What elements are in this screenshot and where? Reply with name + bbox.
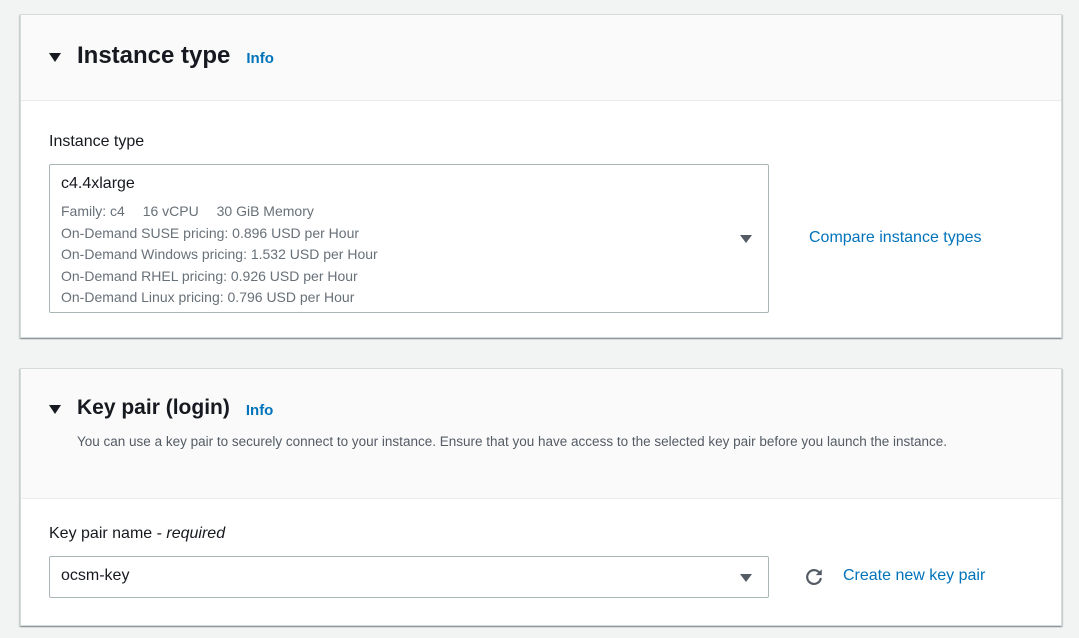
instance-type-header-row: Instance type Info xyxy=(49,42,274,70)
key-pair-title: Key pair (login) xyxy=(77,396,230,419)
pricing-linux: On-Demand Linux pricing: 0.796 USD per H… xyxy=(61,289,355,305)
key-pair-info-link[interactable]: Info xyxy=(246,402,274,419)
key-pair-header: Key pair (login) Info You can use a key … xyxy=(21,369,1061,499)
pricing-rhel: On-Demand RHEL pricing: 0.926 USD per Ho… xyxy=(61,267,358,284)
key-pair-description: You can use a key pair to securely conne… xyxy=(77,434,948,449)
dropdown-caret-icon[interactable] xyxy=(740,235,752,243)
instance-type-info-link[interactable]: Info xyxy=(246,50,274,67)
refresh-icon[interactable] xyxy=(803,566,825,588)
key-pair-field-label: Key pair name - required xyxy=(49,525,225,543)
instance-vcpu: 16 vCPU xyxy=(142,203,199,219)
instance-family: Family: c4 xyxy=(61,203,125,219)
pricing-suse: On-Demand SUSE pricing: 0.896 USD per Ho… xyxy=(61,224,360,241)
instance-type-panel: Instance type Info Instance type c4.4xla… xyxy=(20,14,1062,338)
instance-type-title: Instance type xyxy=(77,42,231,69)
key-pair-panel: Key pair (login) Info You can use a key … xyxy=(20,368,1062,626)
instance-type-details: Family: c4 16 vCPU 30 GiB Memory On-Dema… xyxy=(61,201,378,309)
collapse-caret-icon[interactable] xyxy=(49,404,61,414)
instance-memory: 30 GiB Memory xyxy=(216,203,314,219)
compare-instance-types-link[interactable]: Compare instance types xyxy=(809,229,982,247)
required-marker: required xyxy=(166,525,226,542)
instance-type-field-label: Instance type xyxy=(49,133,145,150)
key-pair-selected-value: ocsm-key xyxy=(61,567,130,584)
key-pair-label-text: Key pair name - xyxy=(49,525,167,542)
key-pair-select[interactable]: ocsm-key xyxy=(49,556,769,598)
instance-type-selected-name: c4.4xlarge xyxy=(61,175,135,192)
instance-type-header: Instance type Info xyxy=(21,15,1061,101)
instance-type-select[interactable]: c4.4xlarge Family: c4 16 vCPU 30 GiB Mem… xyxy=(49,164,769,313)
collapse-caret-icon[interactable] xyxy=(49,52,61,62)
dropdown-caret-icon[interactable] xyxy=(740,574,752,582)
instance-family-line: Family: c4 16 vCPU 30 GiB Memory xyxy=(61,201,378,223)
key-pair-header-row: Key pair (login) Info xyxy=(49,396,273,420)
create-key-pair-link[interactable]: Create new key pair xyxy=(843,567,985,585)
pricing-windows: On-Demand Windows pricing: 1.532 USD per… xyxy=(61,246,378,262)
